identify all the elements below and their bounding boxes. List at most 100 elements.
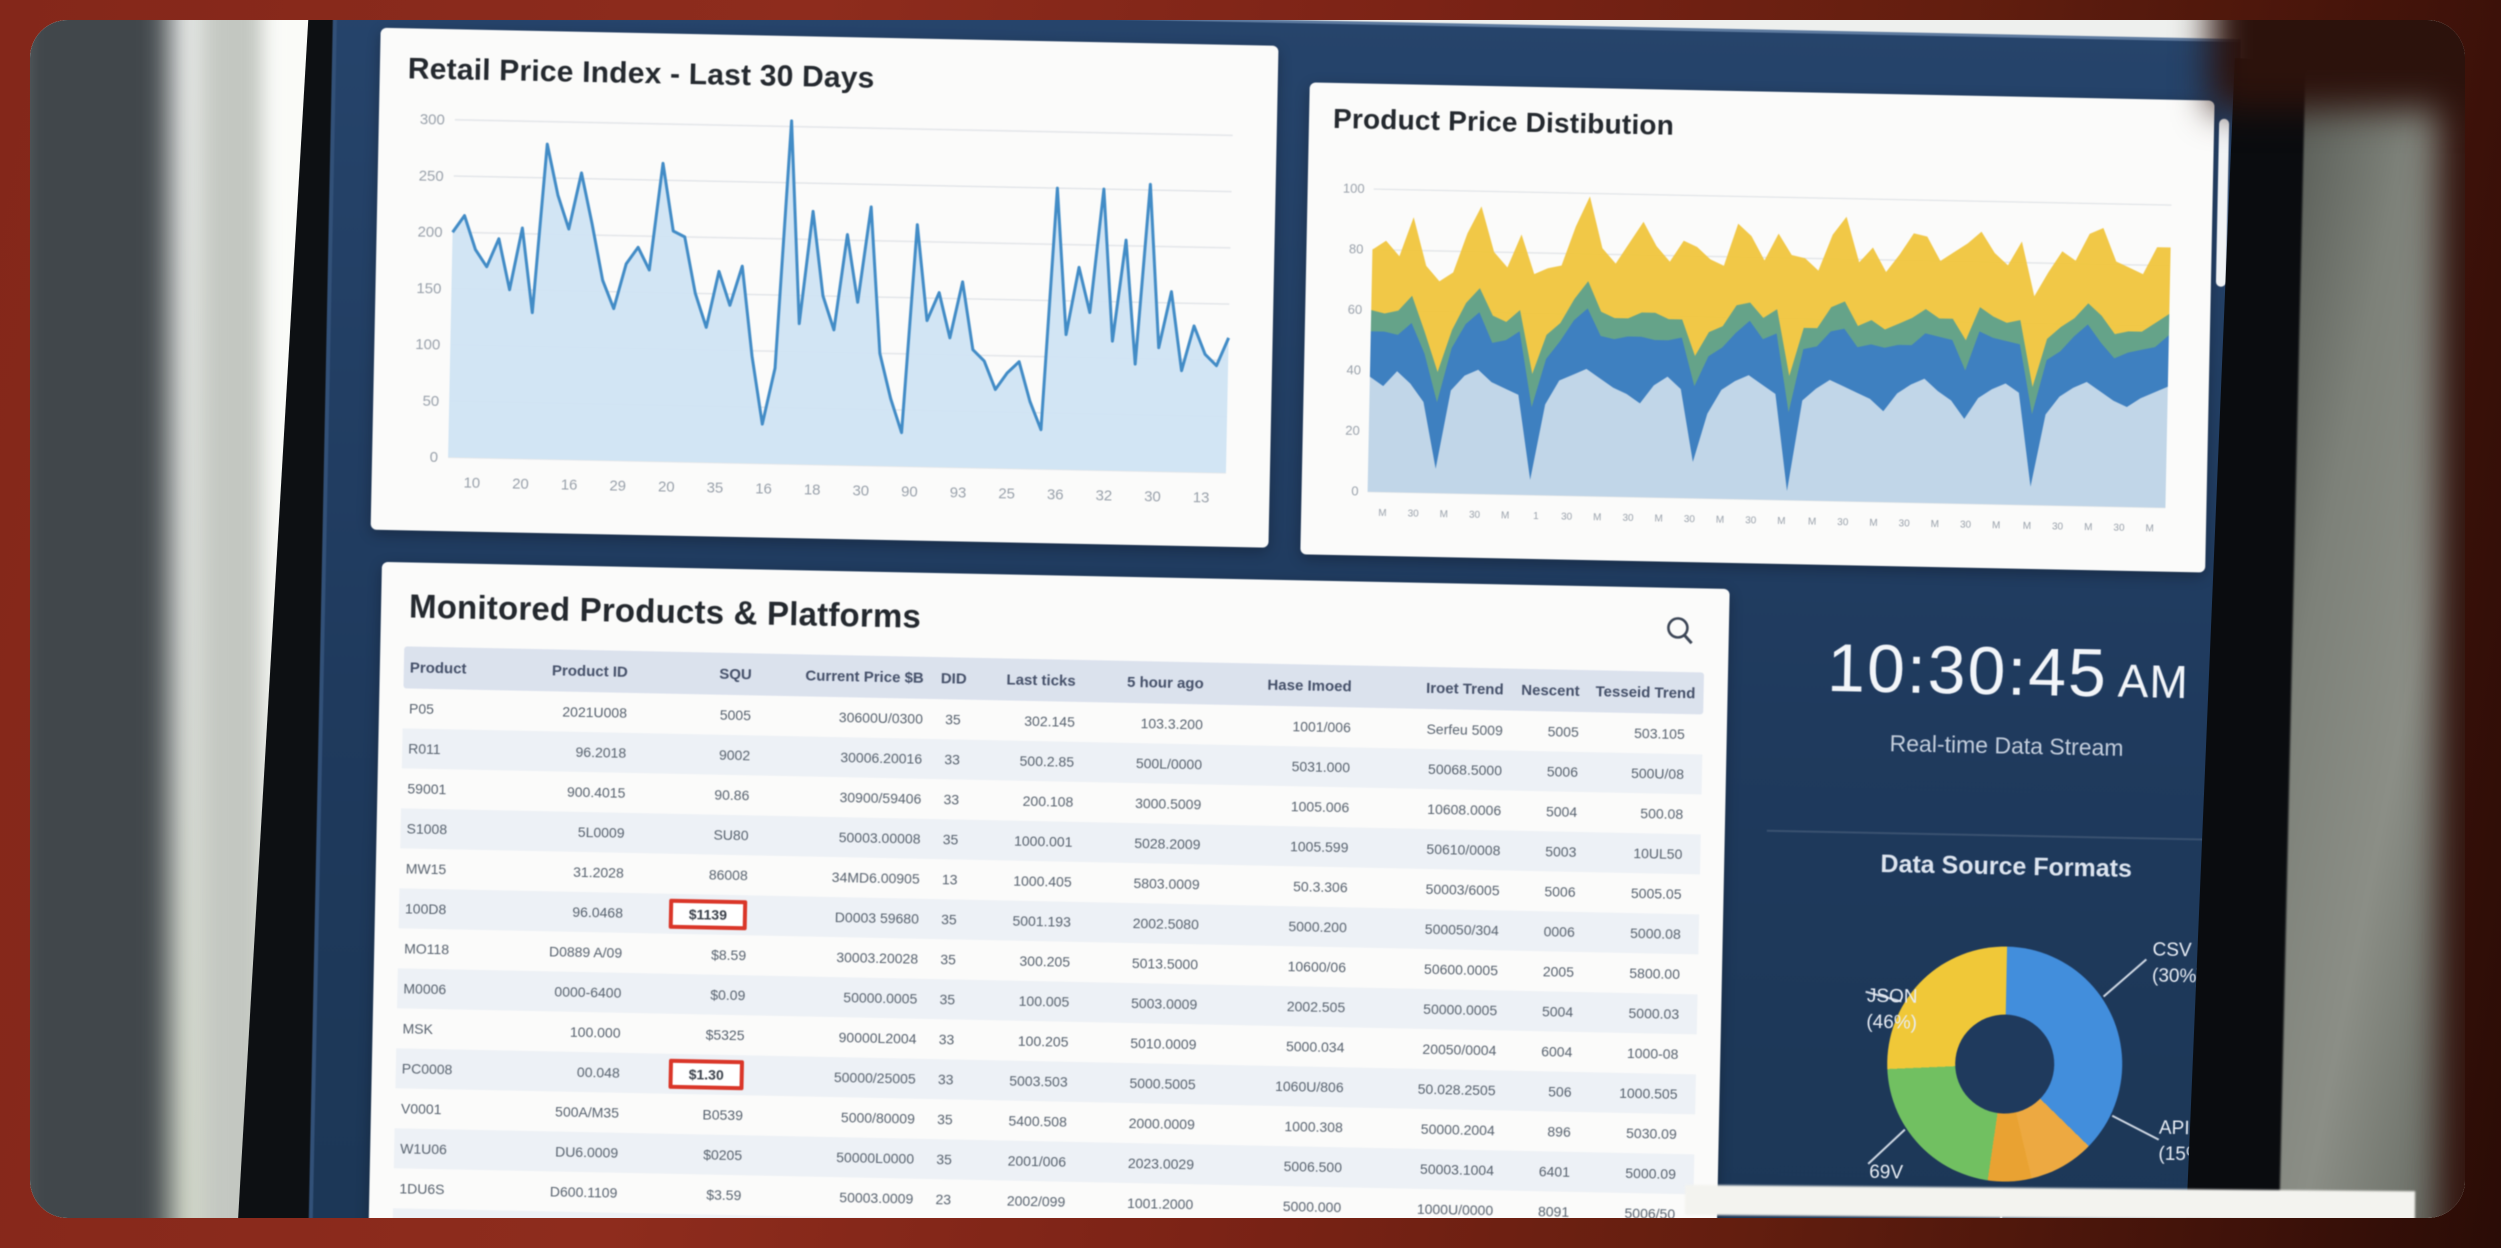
table-cell: $0.09 (631, 983, 755, 1005)
table-cell: 1DU6S (393, 1178, 479, 1200)
table-title: Monitored Products & Platforms (409, 587, 922, 635)
search-icon[interactable] (1660, 612, 1701, 653)
table-cell: 50000/25005 (754, 1065, 926, 1088)
svg-text:M: M (1501, 510, 1510, 521)
table-cell: 8091 (1503, 1201, 1579, 1218)
table-cell: 90000L2004 (754, 1025, 926, 1048)
column-header: Product (404, 657, 490, 680)
table-cell: D600.1109 (479, 1180, 627, 1203)
svg-text:13: 13 (1193, 489, 1210, 506)
svg-text:M: M (1440, 509, 1449, 520)
svg-text:30: 30 (1837, 517, 1849, 528)
table-cell: 50.028.2505 (1353, 1078, 1505, 1101)
data-source-donut-chart (1885, 944, 2125, 1184)
svg-text:30: 30 (1144, 488, 1161, 505)
table-cell: 5003 (1510, 841, 1586, 863)
svg-text:M: M (1869, 518, 1878, 529)
svg-text:M: M (1654, 513, 1663, 524)
table-cell: 5000.08 (1585, 922, 1691, 944)
table-cell: 50003.0009 (751, 1185, 923, 1208)
table-cell: $1139 (633, 896, 758, 932)
table-cell: 2000.0009 (1077, 1112, 1205, 1135)
table-cell: 5001.193 (973, 910, 1081, 932)
table-cell: W1U06 (394, 1138, 480, 1160)
table-cell: 00.048 (482, 1060, 630, 1083)
svg-text:30: 30 (1561, 512, 1573, 523)
table-cell: 10608.0006 (1359, 798, 1511, 821)
table-cell: 35 (928, 949, 972, 970)
dashboard-screen: Retail Price Index - Last 30 Days 300250… (307, 20, 2241, 1218)
table-cell: 50003.00008 (758, 826, 930, 849)
svg-text:29: 29 (609, 477, 626, 494)
table-cell: 5803.0009 (1081, 872, 1209, 895)
table-cell: 23 (923, 1189, 967, 1210)
photo-frame: Retail Price Index - Last 30 Days 300250… (30, 20, 2465, 1218)
column-header: Iroet Trend (1361, 676, 1513, 700)
table-cell: 500L/0000 (1084, 752, 1212, 775)
background-right-dark (2438, 20, 2465, 1218)
svg-text:200: 200 (417, 224, 442, 241)
table-cell: 896 (1505, 1121, 1581, 1143)
clock-time: 10:30:45AM (1747, 627, 2268, 715)
retail-price-line-chart: 3002502001501005001020162920351618309093… (399, 86, 1247, 533)
table-cell: 200.108 (975, 790, 1083, 812)
table-cell: 5028.2009 (1082, 832, 1210, 855)
svg-text:100: 100 (415, 336, 440, 353)
table-cell: R011 (402, 738, 488, 760)
table-cell: 9002 (636, 743, 760, 765)
background-top-right-shadow (2210, 20, 2465, 110)
table-cell: 30600U/0300 (761, 706, 933, 729)
table-cell: S1008 (400, 818, 486, 840)
svg-text:30: 30 (852, 482, 869, 499)
table-cell: 30900/59406 (759, 786, 931, 809)
table-cell: 50600.0005 (1356, 958, 1508, 981)
table-cell: 33 (932, 749, 976, 770)
column-header: Current Price $B (762, 664, 934, 688)
svg-text:20: 20 (1345, 423, 1360, 438)
table-cell: $5325 (630, 1023, 754, 1045)
table-cell: 5000.5005 (1077, 1072, 1205, 1095)
table-cell: 5000/80009 (753, 1105, 925, 1128)
svg-text:90: 90 (901, 483, 918, 500)
table-cell: P05 (403, 698, 489, 720)
table-cell: 31.2028 (486, 860, 634, 883)
table-cell: 6401 (1504, 1161, 1580, 1183)
table-cell: 100.005 (971, 990, 1079, 1012)
svg-text:32: 32 (1095, 487, 1112, 504)
retail-price-card: Retail Price Index - Last 30 Days 300250… (371, 28, 1279, 548)
table-cell: 33 (926, 1029, 970, 1050)
table-cell: 5031.000 (1212, 755, 1360, 778)
svg-text:M: M (2145, 523, 2154, 534)
red-highlight-box: $1139 (668, 899, 747, 931)
table-cell: 34MD6.00905 (758, 866, 930, 889)
svg-text:150: 150 (416, 280, 441, 297)
table-cell: 50.3.306 (1209, 875, 1357, 898)
table-cell: 50003.1004 (1352, 1157, 1504, 1180)
svg-text:30: 30 (1684, 514, 1696, 525)
column-header: 5 hour ago (1086, 671, 1214, 695)
table-cell: 5000.000 (1203, 1195, 1351, 1218)
table-cell: 35 (927, 989, 971, 1010)
table-cell: 50068.5000 (1360, 758, 1512, 781)
svg-text:16: 16 (755, 480, 772, 497)
svg-text:30: 30 (1898, 518, 1910, 529)
table-cell: 5006 (1509, 881, 1585, 903)
table-cell: 500050/304 (1357, 918, 1509, 941)
table-cell: 2002.505 (1207, 995, 1355, 1018)
table-cell: 96.2018 (488, 740, 636, 763)
table-cell: 5006.500 (1204, 1155, 1352, 1178)
svg-text:300: 300 (420, 111, 445, 128)
products-table: ProductProduct IDSQUCurrent Price $BDIDL… (391, 646, 1704, 1218)
svg-text:M: M (1378, 508, 1387, 519)
table-cell: 1000.405 (974, 870, 1082, 892)
svg-text:25: 25 (998, 485, 1015, 502)
svg-text:30: 30 (2113, 523, 2125, 534)
table-cell: 1005.006 (1211, 795, 1359, 818)
table-cell: 86008 (634, 863, 758, 885)
price-distribution-area-chart: 100806040200M30M30M130M30M30M30MM30M30M3… (1324, 135, 2187, 562)
table-cell: 33 (931, 789, 975, 810)
table-cell: 5006/50 (1579, 1202, 1685, 1218)
monitor-bottom-edge (1685, 1185, 2415, 1218)
table-cell: 5005.05 (1585, 882, 1691, 904)
table-cell: 13 (930, 869, 974, 890)
